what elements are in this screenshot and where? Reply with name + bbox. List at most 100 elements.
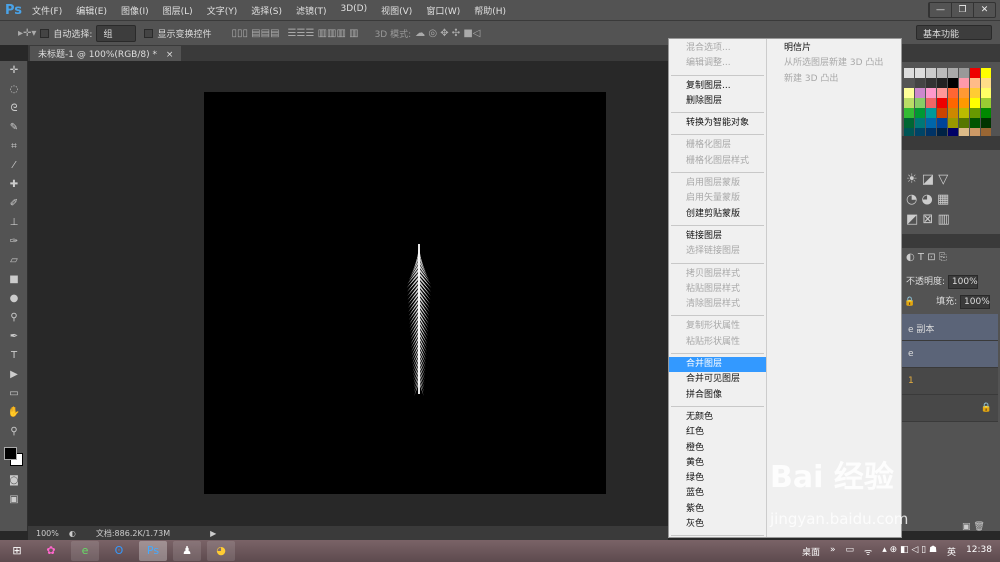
context-menu-item[interactable]: 绿色 (669, 471, 766, 486)
color-swatch[interactable] (981, 88, 991, 98)
color-swatch[interactable] (948, 88, 958, 98)
menu-item[interactable]: 3D(D) (341, 4, 368, 17)
dodge-tool-icon[interactable]: ⚲ (0, 308, 28, 327)
color-swatch[interactable] (904, 68, 914, 78)
ie-browser-icon[interactable]: e (71, 541, 99, 561)
color-swatch[interactable] (904, 118, 914, 128)
context-menu-item[interactable]: 新建 3D 凸出 (784, 72, 883, 87)
color-swatch[interactable] (915, 88, 925, 98)
history-brush-icon[interactable]: ✑ (0, 232, 28, 251)
color-swatch[interactable] (937, 98, 947, 108)
color-swatch[interactable] (959, 78, 969, 88)
context-menu-item[interactable]: 链接图层 (669, 229, 766, 244)
color-swatch[interactable] (948, 108, 958, 118)
menu-item[interactable]: 图像(I) (121, 4, 149, 17)
context-menu-item[interactable]: 橙色 (669, 441, 766, 456)
color-swatch[interactable] (970, 68, 980, 78)
context-menu-item[interactable]: 粘贴形状属性 (669, 335, 766, 350)
color-swatch[interactable] (948, 78, 958, 88)
layer-row-background[interactable]: 🔒 (902, 395, 998, 422)
layer-row[interactable]: 1 (902, 368, 998, 395)
menu-item[interactable]: 编辑(E) (76, 4, 107, 17)
close-button[interactable]: ✕ (973, 3, 995, 17)
tab-close-icon[interactable]: × (166, 50, 174, 60)
color-swatch[interactable] (926, 98, 936, 108)
color-swatch[interactable] (937, 68, 947, 78)
context-menu-item[interactable]: 蓝色 (669, 486, 766, 501)
context-menu-item[interactable]: 创建剪贴蒙版 (669, 207, 766, 222)
keyboard-icon[interactable]: ▭ (846, 545, 855, 558)
workspace-dropdown[interactable]: 基本功能 (916, 25, 992, 40)
opacity-field[interactable]: 100% (947, 275, 978, 289)
wifi-icon[interactable]: ᯤ (864, 545, 872, 558)
context-menu-item[interactable]: 合并图层 (669, 357, 766, 373)
color-swatches[interactable] (0, 441, 27, 471)
color-swatch[interactable] (926, 78, 936, 88)
context-menu-item[interactable]: 粘贴图层样式 (669, 282, 766, 297)
color-swatch[interactable] (904, 88, 914, 98)
restore-button[interactable]: ❐ (951, 3, 973, 17)
taskbar-app-icon[interactable]: ʘ (105, 541, 133, 561)
healing-tool-icon[interactable]: ✚ (0, 175, 28, 194)
color-swatch[interactable] (970, 118, 980, 128)
type-tool-icon[interactable]: T (0, 346, 28, 365)
color-swatch[interactable] (959, 118, 969, 128)
align-icons[interactable]: ▯▯▯ ▤▤▤ (231, 28, 279, 39)
color-swatch[interactable] (970, 108, 980, 118)
layer-row[interactable]: e 副本 (902, 314, 998, 341)
color-swatch[interactable] (904, 78, 914, 88)
context-menu-item[interactable]: 选择链接图层 (669, 244, 766, 259)
lasso-tool-icon[interactable]: ᘓ (0, 99, 28, 118)
color-swatch[interactable] (926, 118, 936, 128)
menu-item[interactable]: 文字(Y) (207, 4, 238, 17)
color-swatch[interactable] (981, 78, 991, 88)
menu-item[interactable]: 选择(S) (251, 4, 282, 17)
context-menu-item[interactable]: 混合选项... (669, 41, 766, 56)
minimize-button[interactable]: — (929, 3, 951, 17)
color-swatch[interactable] (959, 98, 969, 108)
layer-filter-icons[interactable]: ◐ T ⊡ ⎘ (906, 252, 947, 263)
clock[interactable]: 12:38 (966, 545, 992, 558)
color-swatch[interactable] (970, 98, 980, 108)
color-swatch[interactable] (970, 78, 980, 88)
distribute-icons[interactable]: ☰☰☰ ▥▥▥ ▥ (288, 28, 359, 39)
context-menu-item[interactable]: 启用矢量蒙版 (669, 191, 766, 206)
context-menu-item[interactable]: 灰色 (669, 517, 766, 532)
color-swatch[interactable] (915, 68, 925, 78)
3d-tools-icons[interactable]: ☁ ◎ ✥ ✣ ■◁ (415, 28, 480, 39)
photoshop-taskbar-icon[interactable]: Ps (139, 541, 167, 561)
context-menu-item[interactable]: 明信片 (784, 41, 883, 56)
eraser-tool-icon[interactable]: ▱ (0, 251, 28, 270)
color-swatch[interactable] (970, 88, 980, 98)
context-menu-item[interactable]: 合并可见图层 (669, 372, 766, 387)
move-tool-icon[interactable]: ▸✛▾ (18, 28, 36, 39)
context-menu-item[interactable]: 黄色 (669, 456, 766, 471)
path-select-tool-icon[interactable]: ▶ (0, 365, 28, 384)
menu-item[interactable]: 滤镜(T) (296, 4, 327, 17)
color-swatch[interactable] (981, 108, 991, 118)
color-swatch[interactable] (937, 108, 947, 118)
taskbar-app-icon[interactable]: ◕ (207, 541, 235, 561)
gradient-tool-icon[interactable]: ■ (0, 270, 28, 289)
context-menu-item[interactable]: 从所选图层新建 3D 凸出 (784, 56, 883, 71)
color-swatch[interactable] (948, 68, 958, 78)
shape-tool-icon[interactable]: ▭ (0, 384, 28, 403)
context-menu-item[interactable]: 拼合图像 (669, 388, 766, 403)
context-menu-item[interactable]: 红色 (669, 425, 766, 440)
menu-item[interactable]: 文件(F) (32, 4, 62, 17)
status-menu-arrow[interactable]: ▶ (210, 529, 216, 538)
auto-select-dropdown[interactable]: 组 (96, 24, 137, 42)
hand-tool-icon[interactable]: ✋ (0, 403, 28, 422)
context-menu-item[interactable]: 清除图层样式 (669, 297, 766, 312)
blur-tool-icon[interactable]: ● (0, 289, 28, 308)
eyedropper-tool-icon[interactable]: ⁄ (0, 156, 28, 175)
color-swatch[interactable] (981, 118, 991, 128)
show-transform-checkbox[interactable] (144, 28, 154, 38)
qq-icon[interactable]: ♟ (173, 541, 201, 561)
menu-item[interactable]: 帮助(H) (474, 4, 506, 17)
quick-select-tool-icon[interactable]: ✎ (0, 118, 28, 137)
taskbar-app-icon[interactable]: ✿ (37, 541, 65, 561)
document-tab[interactable]: 未标题-1 @ 100%(RGB/8) * × (30, 46, 182, 61)
tray-icons[interactable]: ▴ ⊕ ◧ ◁ ▯ ☗ (882, 545, 937, 558)
context-menu-item[interactable]: 无颜色 (669, 410, 766, 425)
